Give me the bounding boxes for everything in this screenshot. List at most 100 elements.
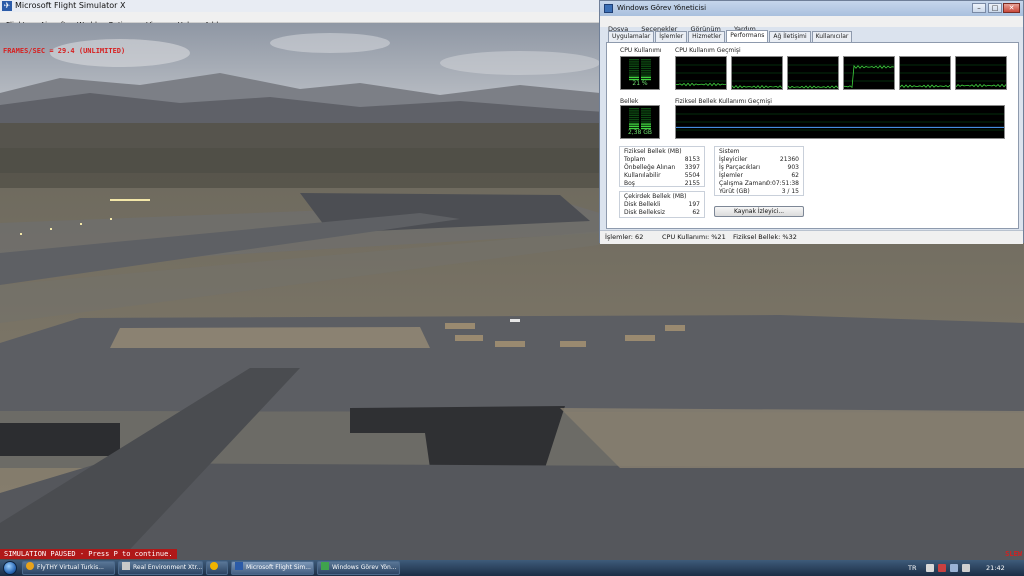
memory-gauge-segment	[629, 123, 639, 125]
memory-gauge-segment	[641, 110, 651, 112]
tab-performance[interactable]: Performans	[726, 30, 769, 42]
row-value: 0:07:51:38	[766, 180, 799, 187]
tab-processes[interactable]: İşlemler	[655, 31, 688, 42]
row-value: 8153	[684, 156, 700, 163]
memory-gauge-segment	[629, 121, 639, 123]
system-row: İşleyiciler 21360	[719, 156, 799, 164]
row-value: 3397	[684, 164, 700, 171]
row-value: 21360	[779, 156, 799, 163]
language-indicator[interactable]: TR	[908, 560, 917, 576]
task-manager-tabs: Uygulamalar İşlemler Hizmetler Performan…	[608, 30, 853, 42]
taskbar-button-label: FlyTHY Virtual Turkis...	[37, 564, 104, 571]
system-row: Çalışma Zamanı 0:07:51:38	[719, 180, 799, 188]
task-manager-icon	[321, 562, 329, 570]
memory-gauge-segment	[641, 121, 651, 123]
cpu-gauge-segment	[629, 65, 639, 67]
maximize-button[interactable]: □	[988, 3, 1002, 13]
tray-flag-icon[interactable]	[938, 564, 946, 572]
physical-memory-row: Kullanılabilir 5504	[624, 172, 700, 180]
close-button[interactable]: ✕	[1003, 3, 1020, 13]
physical-memory-group: Fiziksel Bellek (MB) Toplam 8153 Önbelleğ…	[619, 146, 705, 187]
memory-gauge-segment	[629, 119, 639, 121]
cpu-gauge-segment	[641, 61, 651, 63]
row-value: 197	[688, 201, 700, 208]
minimize-button[interactable]: –	[972, 3, 986, 13]
cpu-gauge-segment	[641, 76, 651, 78]
memory-label: Bellek	[620, 98, 639, 105]
physical-memory-row: Boş 2155	[624, 180, 700, 188]
task-manager-title: Windows Görev Yöneticisi	[617, 4, 707, 12]
memory-gauge: 2,38 GB	[620, 105, 660, 139]
media-player-icon	[210, 562, 218, 570]
cpu-gauge-segment	[641, 74, 651, 76]
taskbar-button-flythy[interactable]: FlyTHY Virtual Turkis...	[22, 561, 115, 575]
maximize-icon: □	[991, 4, 999, 12]
cpu-core-line	[787, 64, 839, 89]
tray-volume-icon[interactable]	[962, 564, 970, 572]
system-title: Sistem	[719, 148, 740, 155]
row-key: Boş	[624, 180, 635, 187]
kernel-memory-title: Çekirdek Bellek (MB)	[624, 193, 687, 200]
start-button[interactable]	[3, 561, 17, 575]
taskbar-button-task-manager[interactable]: Windows Görev Yön...	[317, 561, 400, 575]
row-key: Önbelleğe Alınan	[624, 164, 676, 171]
cpu-gauge-segment	[629, 63, 639, 65]
cpu-core-line	[955, 64, 1007, 88]
row-key: İş Parçacıkları	[719, 164, 761, 171]
memory-gauge-segment	[629, 110, 639, 112]
kernel-memory-row: Disk Belleksiz 62	[624, 209, 700, 217]
taskbar-button-fsx[interactable]: Microsoft Flight Sim...	[231, 561, 314, 575]
cpu-usage-line	[675, 82, 727, 87]
task-manager-app-icon	[604, 4, 613, 13]
cpu-core-line	[675, 64, 727, 87]
tab-services[interactable]: Hizmetler	[688, 31, 726, 42]
tray-arrow-icon[interactable]	[926, 564, 934, 572]
cpu-gauge-segment	[641, 63, 651, 65]
cpu-gauge-segment	[641, 72, 651, 74]
tab-networking[interactable]: Ağ İletişimi	[769, 31, 811, 42]
row-key: Yürüt (GB)	[719, 188, 750, 195]
cpu-gauge-segment	[629, 61, 639, 63]
cpu-history-label: CPU Kullanım Geçmişi	[675, 47, 741, 54]
task-manager-statusbar: İşlemler: 62 CPU Kullanımı: %21 Fiziksel…	[600, 230, 1023, 244]
memory-gauge-segment	[641, 123, 651, 125]
taskbar-button-media[interactable]	[206, 561, 228, 575]
fsx-app-icon: ✈	[2, 1, 12, 11]
task-manager-window[interactable]: Windows Görev Yöneticisi – □ ✕ Dosya Seç…	[599, 0, 1024, 244]
memory-gauge-segment	[629, 108, 639, 110]
system-row: İş Parçacıkları 903	[719, 164, 799, 172]
cpu-core-line	[731, 64, 783, 89]
memory-gauge-segment	[629, 112, 639, 114]
cpu-usage-value: 21 %	[632, 80, 648, 87]
windows-taskbar: FlyTHY Virtual Turkis... Real Environmen…	[0, 560, 1024, 576]
task-manager-menubar: Dosya Seçenekler Görünüm Yardım	[600, 16, 1023, 33]
memory-history-graph	[675, 105, 1005, 139]
fsx-window-title: Microsoft Flight Simulator X	[15, 1, 126, 10]
tray-network-icon[interactable]	[950, 564, 958, 572]
taskbar-button-rex[interactable]: Real Environment Xtr...	[118, 561, 203, 575]
row-key: Çalışma Zamanı	[719, 180, 768, 187]
taskbar-button-label: Microsoft Flight Sim...	[246, 564, 311, 571]
memory-history-line	[676, 113, 1004, 131]
cpu-usage-line	[955, 83, 1007, 88]
memory-gauge-segment	[629, 116, 639, 119]
taskbar-clock[interactable]: 21:42	[986, 560, 1005, 576]
system-row: İşlemler 62	[719, 172, 799, 180]
row-value: 62	[791, 172, 799, 179]
cpu-gauge-segment	[629, 72, 639, 74]
cpu-gauge-segment	[629, 74, 639, 76]
memory-history-label: Fiziksel Bellek Kullanımı Geçmişi	[675, 98, 772, 105]
resource-monitor-button[interactable]: Kaynak İzleyici...	[714, 206, 804, 217]
row-key: İşleyiciler	[719, 156, 748, 163]
cpu-core-graph	[731, 56, 783, 90]
memory-gauge-segment	[641, 114, 651, 116]
cpu-core-line	[843, 64, 895, 89]
taskbar-button-label: Real Environment Xtr...	[133, 564, 203, 571]
memory-gauge-segment	[641, 112, 651, 114]
status-processes: İşlemler: 62	[605, 233, 644, 241]
status-physical-memory: Fiziksel Bellek: %32	[733, 233, 797, 241]
task-manager-titlebar[interactable]: Windows Görev Yöneticisi – □ ✕	[600, 1, 1023, 16]
tab-users[interactable]: Kullanıcılar	[811, 31, 853, 42]
tab-applications[interactable]: Uygulamalar	[608, 31, 655, 42]
memory-gauge-segment	[629, 125, 639, 127]
